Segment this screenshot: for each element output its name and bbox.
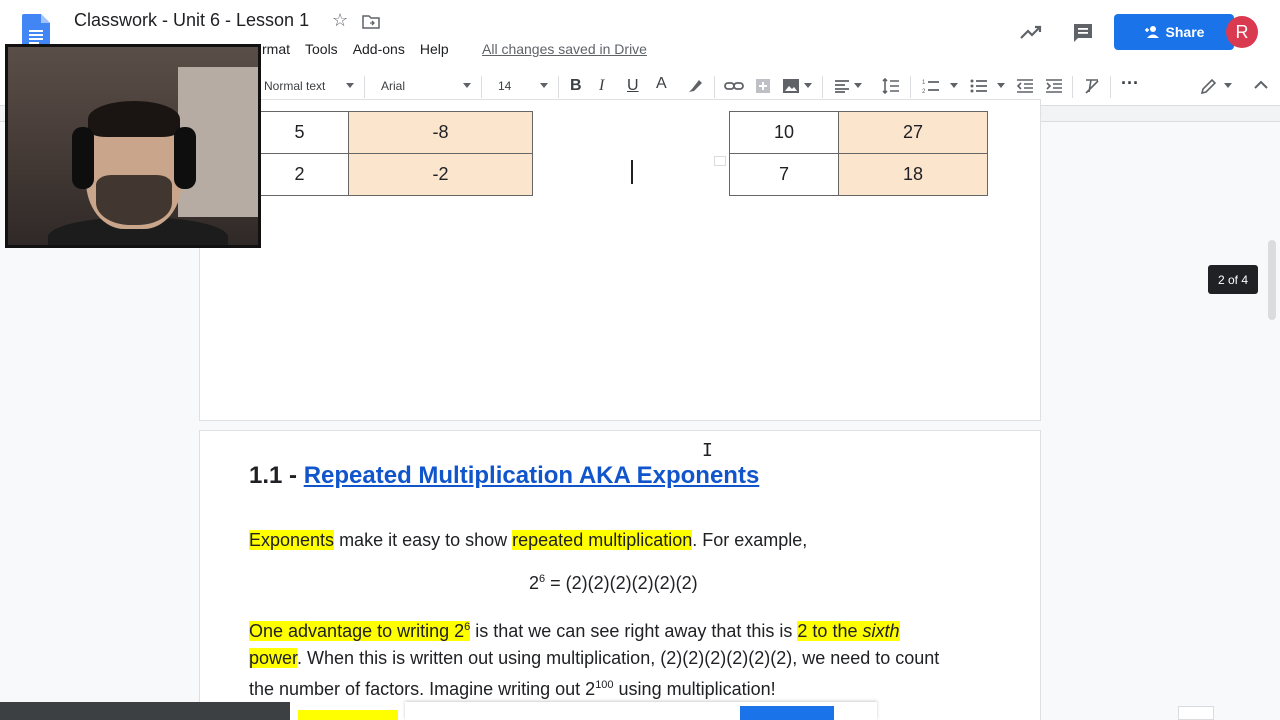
- heading-link[interactable]: Repeated Multiplication AKA Exponents: [304, 462, 760, 489]
- document-title[interactable]: Classwork - Unit 6 - Lesson 1: [74, 10, 309, 31]
- eq-expansion: = (2)(2)(2)(2)(2)(2): [545, 573, 698, 593]
- highlighted-text: One advantage to writing 26: [249, 621, 471, 641]
- style-select[interactable]: Normal text: [264, 79, 325, 93]
- menu-format[interactable]: rmat: [262, 41, 290, 57]
- svg-text:2: 2: [922, 89, 926, 94]
- image-dropdown-icon[interactable]: [804, 83, 812, 88]
- font-dropdown-icon[interactable]: [463, 83, 471, 88]
- style-dropdown-icon[interactable]: [346, 83, 354, 88]
- underline-icon[interactable]: U: [627, 77, 639, 95]
- bold-icon[interactable]: B: [570, 77, 582, 95]
- paragraph-advantage[interactable]: One advantage to writing 26 is that we c…: [249, 614, 1009, 703]
- align-dropdown-icon[interactable]: [854, 83, 862, 88]
- table-cell-handle[interactable]: [714, 156, 726, 166]
- table-row: 10 27: [729, 111, 988, 154]
- exponent: 100: [595, 679, 614, 691]
- comments-icon[interactable]: [1072, 22, 1094, 44]
- editing-mode-pencil-icon[interactable]: [1200, 77, 1218, 95]
- table-cell[interactable]: 5: [250, 111, 349, 154]
- insert-link-icon[interactable]: [724, 79, 744, 93]
- highlighted-text: repeated multiplication: [512, 530, 693, 550]
- share-button[interactable]: Share: [1114, 14, 1234, 50]
- add-comment-icon[interactable]: [755, 78, 771, 94]
- table-cell[interactable]: -8: [348, 111, 533, 154]
- text-color-icon[interactable]: A: [656, 75, 667, 93]
- insert-image-icon[interactable]: [782, 78, 800, 94]
- highlighted-text-partial: [298, 710, 398, 720]
- menu-help[interactable]: Help: [420, 41, 449, 57]
- font-select[interactable]: Arial: [381, 79, 405, 93]
- body-text: . For example,: [692, 530, 808, 550]
- body-text: . When this is written out using multipl…: [297, 648, 940, 668]
- increase-indent-icon[interactable]: [1045, 78, 1063, 94]
- table-cell[interactable]: -2: [348, 153, 533, 196]
- table-row: 7 18: [729, 153, 988, 196]
- menu-tools[interactable]: Tools: [305, 41, 338, 57]
- highlighted-text: Exponents: [249, 530, 335, 550]
- share-label: Share: [1165, 24, 1205, 40]
- svg-text:1: 1: [922, 80, 926, 86]
- editing-mode-dropdown-icon[interactable]: [1224, 83, 1232, 88]
- save-status[interactable]: All changes saved in Drive: [482, 41, 647, 57]
- notification-banner: [405, 702, 877, 720]
- bottom-toolbar[interactable]: [0, 702, 290, 720]
- table-right: 10 27 7 18: [729, 111, 988, 196]
- eq-base: 2: [529, 573, 540, 593]
- vertical-scrollbar[interactable]: [1268, 240, 1276, 320]
- menu-bar: rmat Tools Add-ons Help: [262, 41, 464, 57]
- paragraph-intro[interactable]: Exponents make it easy to show repeated …: [249, 527, 807, 554]
- table-cell[interactable]: 27: [838, 111, 988, 154]
- table-cell[interactable]: 18: [838, 153, 988, 196]
- equation[interactable]: 26 = (2)(2)(2)(2)(2)(2): [529, 573, 698, 594]
- size-dropdown-icon[interactable]: [540, 83, 548, 88]
- text-cursor: [631, 160, 633, 184]
- heading-number: 1.1 -: [249, 462, 304, 489]
- bulleted-list-icon[interactable]: [970, 78, 988, 94]
- numbered-list-icon[interactable]: 1 2: [922, 78, 940, 94]
- decrease-indent-icon[interactable]: [1016, 78, 1034, 94]
- italic-icon[interactable]: I: [599, 77, 604, 95]
- section-heading: 1.1 - Repeated Multiplication AKA Expone…: [249, 462, 759, 490]
- star-icon[interactable]: ☆: [332, 10, 348, 31]
- move-folder-icon[interactable]: [362, 13, 380, 31]
- explore-button[interactable]: [1178, 706, 1214, 720]
- font-size-select[interactable]: 14: [498, 79, 511, 93]
- table-cell[interactable]: 10: [729, 111, 839, 154]
- menu-addons[interactable]: Add-ons: [353, 41, 405, 57]
- table-cell[interactable]: 2: [250, 153, 349, 196]
- webcam-overlay: [5, 44, 261, 248]
- body-text: is that we can see right away that this …: [470, 621, 798, 641]
- table-left: 5 -8 2 -2: [250, 111, 533, 196]
- person-add-icon: [1144, 26, 1159, 38]
- table-cell[interactable]: 7: [729, 153, 839, 196]
- line-spacing-icon[interactable]: [882, 78, 900, 94]
- clear-formatting-icon[interactable]: [1084, 78, 1100, 94]
- highlight-pen-icon[interactable]: [686, 77, 704, 95]
- notification-action-button[interactable]: [740, 706, 834, 720]
- table-row: 2 -2: [250, 153, 533, 196]
- numbered-list-dropdown-icon[interactable]: [950, 83, 958, 88]
- collapse-menus-icon[interactable]: [1254, 80, 1268, 90]
- table-row: 5 -8: [250, 111, 533, 154]
- highlighted-text: power: [249, 648, 298, 668]
- user-avatar[interactable]: R: [1226, 16, 1258, 48]
- mouse-ibeam-cursor: I: [702, 440, 713, 461]
- page-indicator: 2 of 4: [1208, 265, 1258, 294]
- align-icon[interactable]: [834, 79, 850, 93]
- body-text: using multiplication!: [613, 679, 776, 699]
- highlighted-text: 2 to the sixth: [797, 621, 900, 641]
- body-text: make it easy to show: [334, 530, 513, 550]
- more-options-icon[interactable]: ···: [1121, 73, 1139, 94]
- body-text: the number of factors. Imagine writing o…: [249, 679, 596, 699]
- bulleted-list-dropdown-icon[interactable]: [997, 83, 1005, 88]
- activity-trend-icon[interactable]: [1020, 22, 1042, 42]
